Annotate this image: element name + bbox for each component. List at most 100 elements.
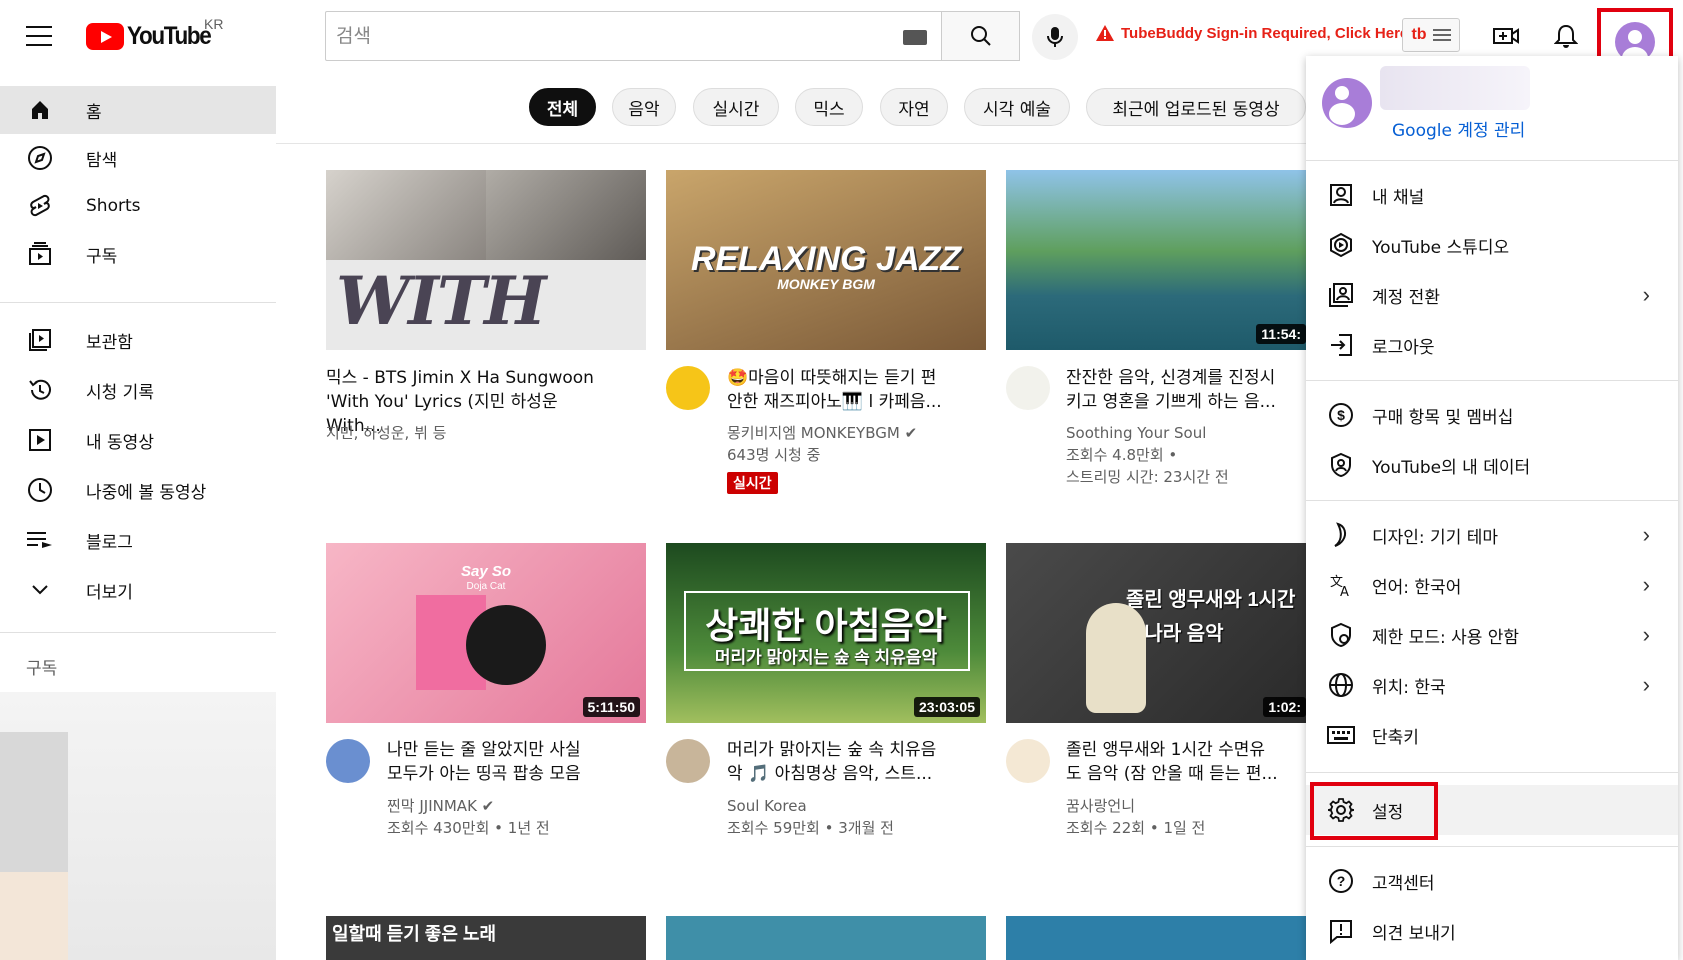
live-badge: 실시간 bbox=[727, 472, 778, 494]
tubebuddy-warning-link[interactable]: TubeBuddy Sign-in Required, Click Here bbox=[1095, 24, 1408, 42]
chip-visual-arts[interactable]: 시각 예술 bbox=[964, 88, 1070, 126]
search-input[interactable] bbox=[326, 12, 941, 60]
warning-icon bbox=[1096, 25, 1114, 41]
chevron-down-icon bbox=[26, 576, 54, 604]
video-channel[interactable]: 꿈사랑언니 bbox=[1066, 795, 1135, 817]
menu-item-your-data[interactable]: YouTube의 내 데이터 bbox=[1306, 440, 1678, 490]
video-channel[interactable]: Soul Korea bbox=[727, 795, 807, 817]
menu-item-sign-out[interactable]: 로그아웃 bbox=[1306, 320, 1678, 370]
chip-nature[interactable]: 자연 bbox=[880, 88, 948, 126]
thumbnail-image bbox=[486, 170, 646, 260]
video-channel[interactable]: Soothing Your Soul bbox=[1066, 422, 1206, 444]
sidebar-item-your-videos[interactable]: 내 동영상 bbox=[0, 416, 276, 464]
video-age: 스트리밍 시간: 23시간 전 bbox=[1066, 468, 1229, 486]
video-title[interactable]: 졸린 앵무새와 1시간 수면유 도 음악 (잠 안올 때 듣는 편... bbox=[1066, 738, 1306, 786]
cockatiel-image bbox=[1086, 603, 1146, 713]
menu-item-feedback[interactable]: 의견 보내기 bbox=[1306, 906, 1678, 956]
sidebar-item-explore[interactable]: 탐색 bbox=[0, 134, 276, 182]
chip-music[interactable]: 음악 bbox=[612, 88, 676, 126]
restricted-icon bbox=[1326, 620, 1356, 650]
video-thumbnail[interactable]: Say So Doja Cat 5:11:50 bbox=[326, 543, 646, 723]
thumbnail-title: 졸린 앵무새와 1시간 꿈나라 음악 bbox=[1126, 589, 1296, 645]
svg-text:A: A bbox=[1340, 585, 1349, 598]
channel-avatar[interactable] bbox=[326, 739, 370, 783]
menu-item-purchases[interactable]: $ 구매 항목 및 멤버십 bbox=[1306, 390, 1678, 440]
menu-item-switch-account[interactable]: 계정 전환 › bbox=[1306, 270, 1678, 320]
sidebar-item-subscriptions[interactable]: 구독 bbox=[0, 230, 276, 278]
video-thumbnail[interactable] bbox=[666, 916, 986, 960]
video-thumbnail[interactable]: 졸린 앵무새와 1시간 꿈나라 음악 1:02: bbox=[1006, 543, 1306, 723]
notifications-button[interactable] bbox=[1546, 16, 1586, 56]
chip-recently-uploaded[interactable]: 최근에 업로드된 동영상 bbox=[1086, 88, 1306, 126]
sidebar-item-home[interactable]: 홈 bbox=[0, 86, 276, 134]
video-channel[interactable]: 몽키비지엠 MONKEYBGM ✔ bbox=[727, 422, 917, 444]
menu-item-appearance[interactable]: 디자인: 기기 테마 › bbox=[1306, 510, 1678, 560]
sidebar-item-shorts[interactable]: Shorts bbox=[0, 182, 276, 230]
video-channel[interactable]: 지민, 하성운, 뷔 등 bbox=[326, 422, 446, 444]
sidebar-item-playlist[interactable]: 블로그 bbox=[0, 516, 276, 564]
video-thumbnail[interactable]: RELAXING JAZZ MONKEY BGM bbox=[666, 170, 986, 350]
sidebar-divider bbox=[0, 302, 276, 303]
menu-icon[interactable] bbox=[26, 26, 52, 46]
help-icon: ? bbox=[1326, 866, 1356, 896]
menu-item-language[interactable]: 文A 언어: 한국어 › bbox=[1306, 560, 1678, 610]
menu-label: 고객센터 bbox=[1372, 873, 1435, 894]
explore-icon bbox=[26, 144, 54, 172]
video-thumbnail[interactable]: WITH YOU bbox=[326, 170, 646, 350]
video-thumbnail[interactable] bbox=[1006, 916, 1306, 960]
video-title[interactable]: 머리가 맑아지는 숲 속 치유음 악 🎵 아침명상 음악, 스트... bbox=[727, 738, 1017, 786]
channel-avatar[interactable] bbox=[666, 739, 710, 783]
search-box[interactable] bbox=[325, 11, 942, 61]
menu-label: 계정 전환 bbox=[1372, 287, 1440, 308]
create-button[interactable] bbox=[1486, 16, 1526, 56]
sidebar-label: 홈 bbox=[86, 102, 102, 123]
voice-search-button[interactable] bbox=[1032, 14, 1078, 60]
video-title[interactable]: 나만 듣는 줄 알았지만 사실 모두가 아는 띵곡 팝송 모음 bbox=[387, 738, 677, 786]
menu-divider bbox=[1306, 500, 1678, 501]
menu-item-my-channel[interactable]: 내 채널 bbox=[1306, 170, 1678, 220]
video-viewers: 643명 시청 중 bbox=[727, 446, 821, 464]
chevron-right-icon: › bbox=[1642, 622, 1650, 647]
manage-google-account-link[interactable]: Google 계정 관리 bbox=[1392, 116, 1525, 141]
menu-item-shortcuts[interactable]: 단축키 bbox=[1306, 710, 1678, 760]
search-button[interactable] bbox=[942, 11, 1020, 61]
translate-icon: 文A bbox=[1326, 570, 1356, 600]
chip-live[interactable]: 실시간 bbox=[693, 88, 779, 126]
moon-icon bbox=[1326, 520, 1356, 550]
youtube-logo[interactable]: YouTube bbox=[86, 22, 220, 50]
chip-all[interactable]: 전체 bbox=[529, 88, 596, 126]
chip-label: 실시간 bbox=[712, 99, 760, 120]
keyboard-icon[interactable] bbox=[903, 30, 927, 45]
chip-label: 믹스 bbox=[813, 99, 845, 120]
chevron-right-icon: › bbox=[1642, 672, 1650, 697]
menu-label: YouTube의 내 데이터 bbox=[1372, 457, 1531, 478]
menu-divider bbox=[1306, 160, 1678, 161]
playlist-icon bbox=[26, 526, 54, 554]
video-thumbnail[interactable]: 상쾌한 아침음악 머리가 맑아지는 숲 속 치유음악 23:03:05 bbox=[666, 543, 986, 723]
title-line: 안한 재즈피아노🎹 l 카페음... bbox=[727, 392, 942, 412]
video-title[interactable]: 잔잔한 음악, 신경계를 진정시 키고 영혼을 기쁘게 하는 음... bbox=[1066, 366, 1306, 414]
menu-item-location[interactable]: 위치: 한국 › bbox=[1306, 660, 1678, 710]
chip-bar: 전체 음악 실시간 믹스 자연 시각 예술 최근에 업로드된 동영상 bbox=[276, 72, 1306, 144]
chip-mix[interactable]: 믹스 bbox=[795, 88, 863, 126]
menu-item-help[interactable]: ? 고객센터 bbox=[1306, 856, 1678, 906]
video-views: 조회수 430만회 • 1년 전 bbox=[387, 819, 550, 837]
video-title[interactable]: 🤩마음이 따뜻해지는 듣기 편 안한 재즈피아노🎹 l 카페음... bbox=[727, 366, 1017, 414]
menu-divider bbox=[1306, 380, 1678, 381]
channel-avatar[interactable] bbox=[666, 366, 710, 410]
menu-item-restricted-mode[interactable]: 제한 모드: 사용 안함 › bbox=[1306, 610, 1678, 660]
sidebar-item-history[interactable]: 시청 기록 bbox=[0, 366, 276, 414]
channel-avatar[interactable] bbox=[1006, 739, 1050, 783]
tubebuddy-button[interactable]: tb bbox=[1402, 18, 1460, 52]
video-views: 조회수 59만회 • 3개월 전 bbox=[727, 819, 894, 837]
video-channel[interactable]: 찐막 JJINMAK ✔ bbox=[387, 795, 494, 817]
sidebar-item-library[interactable]: 보관함 bbox=[0, 316, 276, 364]
menu-item-studio[interactable]: YouTube 스튜디오 bbox=[1306, 220, 1678, 270]
sidebar-item-watch-later[interactable]: 나중에 볼 동영상 bbox=[0, 466, 276, 514]
tubebuddy-warning-text: TubeBuddy Sign-in Required, Click Here bbox=[1121, 24, 1409, 42]
sidebar-item-more[interactable]: 더보기 bbox=[0, 566, 276, 614]
video-thumbnail[interactable]: 일할때 듣기 좋은 노래 bbox=[326, 916, 646, 960]
menu-label: 구매 항목 및 멤버십 bbox=[1372, 407, 1514, 428]
video-thumbnail[interactable]: 11:54: bbox=[1006, 170, 1306, 350]
channel-avatar[interactable] bbox=[1006, 366, 1050, 410]
